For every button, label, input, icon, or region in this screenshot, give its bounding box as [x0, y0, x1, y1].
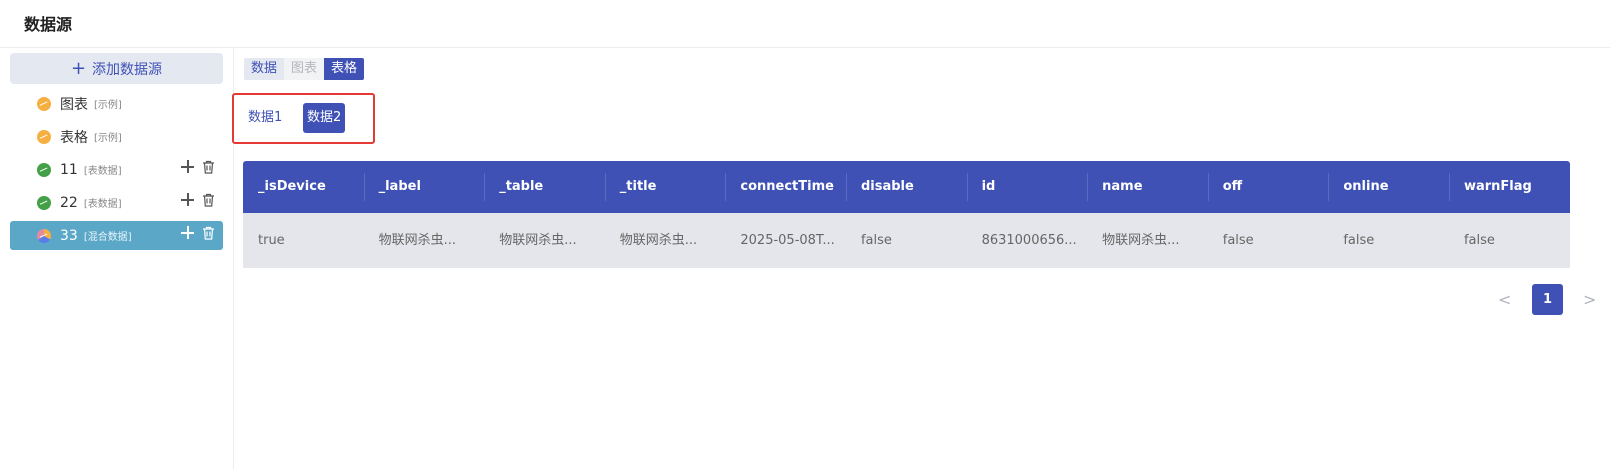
- trash-icon[interactable]: [202, 160, 215, 174]
- column-header: _label: [363, 161, 485, 213]
- datasource-tag: [表数据]: [83, 166, 122, 177]
- column-header: _title: [604, 161, 726, 213]
- datasource-name: 22: [60, 194, 78, 211]
- chart-icon: [37, 129, 51, 144]
- datasource-name: 11: [60, 161, 78, 178]
- trash-icon[interactable]: [202, 193, 215, 207]
- table-cell: 8631000656...: [981, 233, 1077, 248]
- datasource-name: 表格: [60, 129, 88, 146]
- table-cell: false: [1343, 233, 1375, 248]
- add-datasource-button[interactable]: + 添加数据源: [10, 53, 223, 84]
- column-header: _table: [484, 161, 605, 213]
- tab-table[interactable]: 表格: [324, 58, 365, 80]
- trash-icon[interactable]: [202, 226, 215, 240]
- table-cell: true: [258, 233, 285, 248]
- column-header: off: [1207, 161, 1329, 213]
- chart-icon: [37, 96, 51, 111]
- chart-icon: [37, 228, 51, 243]
- page-title: 数据源: [24, 15, 73, 34]
- add-icon[interactable]: [181, 226, 194, 240]
- datasource-item-33[interactable]: 33 [混合数据]: [10, 221, 223, 250]
- table-cell: 2025-05-08T...: [740, 233, 835, 248]
- plus-icon: +: [70, 57, 87, 79]
- table-cell: false: [1222, 233, 1254, 248]
- tab-data[interactable]: 数据: [244, 58, 285, 80]
- table-cell: 物联网杀虫...: [1102, 233, 1180, 248]
- datasource-item-chart[interactable]: 图表 [示例]: [10, 89, 223, 118]
- subtab-data1[interactable]: 数据1: [244, 103, 286, 133]
- header: 数据源: [0, 0, 1610, 48]
- datasource-item-22[interactable]: 22 [表数据]: [10, 188, 223, 217]
- datasource-tag: [示例]: [94, 133, 122, 144]
- column-header: id: [966, 161, 1088, 213]
- column-header: name: [1087, 161, 1208, 213]
- table-cell: false: [860, 233, 892, 248]
- column-header: disable: [845, 161, 967, 213]
- datasource-name: 33: [60, 227, 78, 244]
- datasource-item-table[interactable]: 表格 [示例]: [10, 122, 223, 151]
- column-header: warnFlag: [1448, 161, 1570, 213]
- datasource-item-11[interactable]: 11 [表数据]: [10, 155, 223, 184]
- main-panel: 数据 图表 表格 数据1 数据2 _isDevice _label _table…: [232, 48, 1610, 469]
- chevron-right-icon[interactable]: >: [1583, 290, 1596, 310]
- add-icon[interactable]: [181, 193, 194, 207]
- table-cell: 物联网杀虫...: [378, 233, 456, 248]
- column-header: _isDevice: [258, 179, 326, 194]
- table-row[interactable]: true 物联网杀虫... 物联网杀虫... 物联网杀虫... 2025-05-…: [243, 213, 1570, 268]
- page-button[interactable]: 1: [1532, 284, 1563, 315]
- datasource-tag: [表数据]: [83, 199, 122, 210]
- datasource-tag: [示例]: [94, 100, 122, 111]
- table-header: _isDevice _label _table _title connectTi…: [243, 161, 1570, 213]
- datasource-tag: [混合数据]: [83, 232, 132, 243]
- chevron-left-icon[interactable]: <: [1498, 290, 1511, 310]
- data-table: _isDevice _label _table _title connectTi…: [243, 161, 1570, 268]
- tab-chart[interactable]: 图表: [284, 58, 325, 80]
- view-tabs: 数据 图表 表格: [244, 58, 365, 80]
- sidebar: + 添加数据源 图表 [示例] 表格 [示例] 11 [表数据] 22 [表数据…: [0, 48, 234, 469]
- table-cell: 物联网杀虫...: [619, 233, 698, 248]
- column-header: connectTime: [725, 161, 846, 213]
- table-cell: false: [1463, 233, 1495, 248]
- subtab-data2[interactable]: 数据2: [303, 103, 346, 133]
- pagination: < 1 >: [1498, 284, 1596, 315]
- chart-icon: [37, 162, 51, 177]
- column-header: online: [1328, 161, 1449, 213]
- datasource-name: 图表: [60, 96, 88, 113]
- chart-icon: [37, 195, 51, 210]
- table-cell: 物联网杀虫...: [499, 233, 577, 248]
- add-datasource-label: 添加数据源: [92, 61, 163, 78]
- add-icon[interactable]: [181, 160, 194, 174]
